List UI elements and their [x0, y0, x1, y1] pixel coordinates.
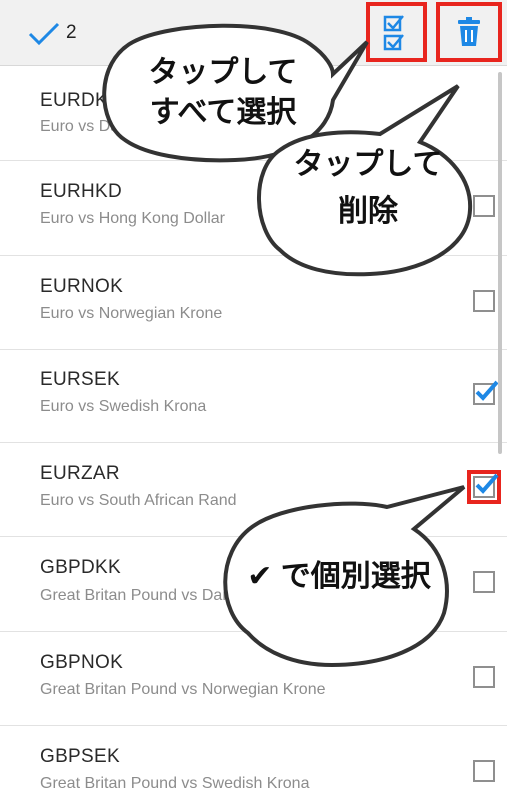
list-item[interactable]: GBPSEK Great Britan Pound vs Swedish Kro… — [0, 726, 507, 800]
callout-line: 削除 — [338, 195, 398, 228]
symbol-description: Euro vs Hong Kong Dollar — [40, 210, 225, 227]
row-checkbox-checked[interactable] — [473, 473, 499, 498]
symbol-description: Great Britan Pound vs Norwegian Krone — [40, 681, 326, 698]
select-all-button[interactable] — [366, 2, 427, 62]
symbol-name: GBPNOK — [40, 652, 124, 673]
symbol-name: GBPDKK — [40, 557, 121, 578]
selected-count: 2 — [66, 22, 77, 43]
callout-individual-select: ✔ で個別選択 — [212, 483, 472, 668]
delete-button[interactable] — [436, 2, 502, 62]
checkmark-icon — [475, 380, 499, 401]
callout-line: ✔ で個別選択 — [247, 560, 431, 593]
row-checkbox[interactable] — [473, 571, 495, 593]
checkmark-icon — [475, 473, 499, 494]
symbol-name: EURHKD — [40, 181, 123, 202]
row-checkbox[interactable] — [473, 290, 495, 312]
symbol-name: GBPSEK — [40, 746, 120, 767]
list-item[interactable]: EURSEK Euro vs Swedish Krona — [0, 350, 507, 443]
row-checkbox[interactable] — [473, 760, 495, 782]
symbol-name: EURNOK — [40, 276, 124, 297]
scrollbar[interactable] — [498, 72, 502, 454]
row-checkbox-checked[interactable] — [473, 380, 499, 405]
symbol-name: EURSEK — [40, 369, 120, 390]
trash-icon — [458, 17, 480, 46]
symbol-description: Euro vs Norwegian Krone — [40, 305, 223, 322]
symbol-description: Euro vs South African Rand — [40, 492, 237, 509]
symbol-description: Euro vs Swedish Krona — [40, 398, 207, 415]
select-all-checklist-icon — [383, 15, 404, 51]
symbol-description: Great Britan Pound vs Swedish Krona — [40, 775, 310, 792]
row-checkbox[interactable] — [473, 666, 495, 688]
callout-delete: タップして 削除 — [250, 80, 480, 280]
callout-line: タップして — [293, 148, 443, 181]
symbol-name: EURZAR — [40, 463, 120, 484]
done-check-icon[interactable] — [27, 20, 61, 48]
